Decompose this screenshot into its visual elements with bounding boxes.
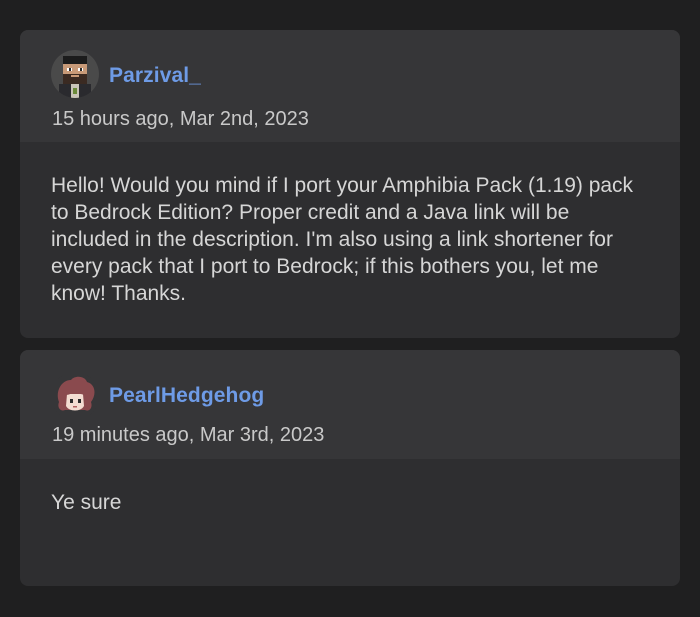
user-avatar-icon[interactable]	[51, 50, 99, 98]
comment-header: Parzival_ 15 hours ago, Mar 2nd, 2023	[20, 30, 680, 142]
username-link[interactable]: Parzival_	[109, 64, 201, 88]
comment-text: Ye sure	[51, 491, 122, 514]
comment-timestamp: 15 hours ago, Mar 2nd, 2023	[52, 108, 309, 130]
user-avatar-icon[interactable]	[51, 372, 99, 420]
comment-card: Parzival_ 15 hours ago, Mar 2nd, 2023 He…	[20, 30, 680, 338]
comment-header: PearlHedgehog 19 minutes ago, Mar 3rd, 2…	[20, 350, 680, 459]
username-link[interactable]: PearlHedgehog	[109, 384, 264, 408]
comment-timestamp: 19 minutes ago, Mar 3rd, 2023	[52, 424, 325, 446]
comment-text: Hello! Would you mind if I port your Amp…	[51, 174, 634, 305]
comment-card: PearlHedgehog 19 minutes ago, Mar 3rd, 2…	[20, 350, 680, 586]
